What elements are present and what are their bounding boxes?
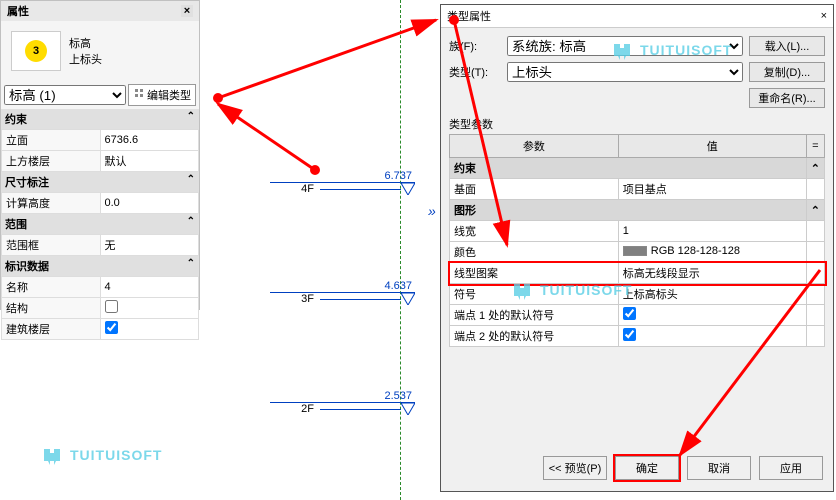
type-selector[interactable]: 标高 (1)	[4, 85, 126, 105]
ok-button[interactable]: 确定	[615, 456, 679, 480]
type-select[interactable]: 上标头	[507, 62, 743, 82]
family-label: 族(F):	[449, 38, 501, 54]
property-row[interactable]: 建筑楼层	[2, 319, 199, 340]
type-label: 类型(T):	[449, 64, 501, 80]
cancel-button[interactable]: 取消	[687, 456, 751, 480]
level-marker-icon	[401, 293, 415, 305]
property-row[interactable]: 计算高度0.0	[2, 193, 199, 214]
preview-labels: 标高 上标头	[69, 35, 102, 67]
dialog-title: 类型属性	[447, 8, 491, 24]
param-row[interactable]: 线型图案标高无线段显示	[450, 263, 825, 284]
param-row[interactable]: 约束⌃	[450, 158, 825, 179]
close-icon[interactable]: ×	[181, 5, 193, 17]
col-value[interactable]: 值	[618, 135, 806, 158]
apply-button[interactable]: 应用	[759, 456, 823, 480]
properties-table: 名称4结构建筑楼层	[1, 276, 199, 340]
type-selector-row: 标高 (1) 编辑类型	[1, 81, 199, 109]
properties-table: 范围框无	[1, 234, 199, 256]
copy-button[interactable]: 复制(D)...	[749, 62, 825, 82]
type-params-table: 参数 值 = 约束⌃基面项目基点图形⌃线宽1颜色RGB 128-128-128线…	[449, 134, 825, 347]
param-checkbox[interactable]	[623, 307, 636, 320]
color-swatch	[623, 246, 647, 256]
collapse-icon: ⌃	[187, 111, 195, 127]
rename-button[interactable]: 重命名(R)...	[749, 88, 825, 108]
group-header[interactable]: 范围⌃	[1, 214, 199, 234]
continuation-marker: »	[428, 203, 436, 219]
level-name: 3F	[270, 293, 320, 305]
preview-button[interactable]: << 预览(P)	[543, 456, 607, 480]
preview-label-1: 标高	[69, 35, 102, 51]
watermark: TUITUISOFT	[610, 40, 732, 60]
group-header[interactable]: 尺寸标注⌃	[1, 172, 199, 192]
properties-table: 立面6736.6上方楼层默认	[1, 129, 199, 172]
param-row[interactable]: 基面项目基点	[450, 179, 825, 200]
level-name: 2F	[270, 403, 320, 415]
dialog-buttons: << 预览(P) 确定 取消 应用	[441, 456, 833, 480]
level-line[interactable]: 6.737 4F	[270, 170, 415, 195]
properties-panel: 属性 × 3 标高 上标头 标高 (1) 编辑类型 约束⌃立面6736.6上方楼…	[0, 0, 200, 310]
param-row[interactable]: 线宽1	[450, 221, 825, 242]
properties-table: 计算高度0.0	[1, 192, 199, 214]
property-row[interactable]: 立面6736.6	[2, 130, 199, 151]
property-row[interactable]: 结构	[2, 298, 199, 319]
preview-badge-box: 3	[11, 31, 61, 71]
collapse-icon: ⌃	[187, 258, 195, 274]
col-param[interactable]: 参数	[450, 135, 619, 158]
collapse-icon: ⌃	[187, 174, 195, 190]
properties-header: 属性 ×	[1, 1, 199, 21]
param-row[interactable]: 符号上标高标头	[450, 284, 825, 305]
level-line[interactable]: 2.537 2F	[270, 390, 415, 415]
dialog-title-bar[interactable]: 类型属性 ×	[441, 5, 833, 28]
edit-type-button[interactable]: 编辑类型	[128, 84, 196, 106]
level-value: 4.637	[270, 280, 415, 292]
property-row[interactable]: 名称4	[2, 277, 199, 298]
badge-number: 3	[25, 40, 47, 62]
property-checkbox[interactable]	[105, 321, 118, 334]
load-button[interactable]: 载入(L)...	[749, 36, 825, 56]
property-checkbox[interactable]	[105, 300, 118, 313]
param-row[interactable]: 颜色RGB 128-128-128	[450, 242, 825, 263]
grid-icon	[133, 89, 145, 101]
col-eq[interactable]: =	[806, 135, 824, 158]
level-value: 2.537	[270, 390, 415, 402]
param-row[interactable]: 端点 2 处的默认符号	[450, 326, 825, 347]
level-extent-line	[400, 0, 401, 500]
collapse-icon: ⌃	[187, 216, 195, 232]
elephant-icon	[610, 40, 636, 60]
watermark: TUITUISOFT	[510, 280, 632, 300]
param-row[interactable]: 端点 1 处的默认符号	[450, 305, 825, 326]
level-marker-icon	[401, 403, 415, 415]
edit-type-label: 编辑类型	[147, 87, 191, 103]
level-marker-icon	[401, 183, 415, 195]
properties-title: 属性	[7, 3, 29, 19]
dialog-body: 族(F): 系统族: 标高 载入(L)... 类型(T): 上标头 复制(D).…	[441, 28, 833, 488]
group-header[interactable]: 标识数据⌃	[1, 256, 199, 276]
group-header[interactable]: 约束⌃	[1, 109, 199, 129]
type-properties-dialog: 类型属性 × 族(F): 系统族: 标高 载入(L)... 类型(T): 上标头…	[440, 4, 834, 492]
param-checkbox[interactable]	[623, 328, 636, 341]
param-row[interactable]: 图形⌃	[450, 200, 825, 221]
level-value: 6.737	[270, 170, 415, 182]
close-icon[interactable]: ×	[821, 10, 827, 22]
level-line[interactable]: 4.637 3F	[270, 280, 415, 305]
watermark: TUITUISOFT	[40, 445, 162, 465]
type-params-label: 类型参数	[449, 116, 825, 132]
preview-label-2: 上标头	[69, 51, 102, 67]
property-row[interactable]: 范围框无	[2, 235, 199, 256]
elephant-icon	[510, 280, 536, 300]
level-name: 4F	[270, 183, 320, 195]
property-row[interactable]: 上方楼层默认	[2, 151, 199, 172]
elephant-icon	[40, 445, 66, 465]
properties-preview: 3 标高 上标头	[1, 21, 199, 81]
